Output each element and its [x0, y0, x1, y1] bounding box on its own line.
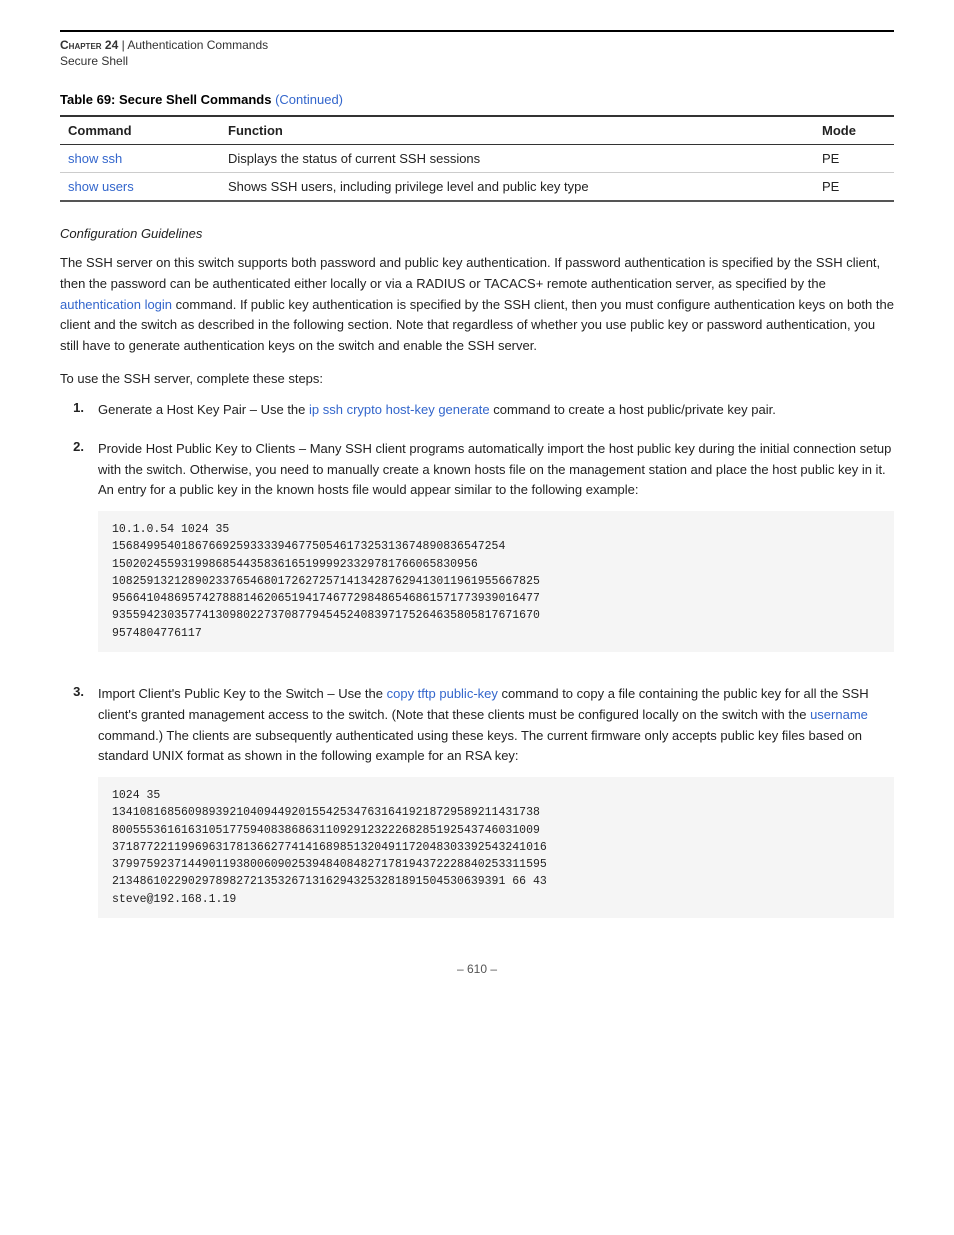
config-guidelines-section: Configuration Guidelines The SSH server … — [60, 226, 894, 932]
col-header-command: Command — [60, 116, 220, 145]
table-row: show users Shows SSH users, including pr… — [60, 173, 894, 202]
mode-cell: PE — [814, 145, 894, 173]
config-paragraph-1: The SSH server on this switch supports b… — [60, 253, 894, 357]
header-separator: | — [118, 38, 127, 52]
steps-list: 1. Generate a Host Key Pair – Use the ip… — [60, 400, 894, 932]
chapter-label: Chapter 24 — [60, 38, 118, 52]
command-cell: show ssh — [60, 145, 220, 173]
table-row: show ssh Displays the status of current … — [60, 145, 894, 173]
step-1: 1. Generate a Host Key Pair – Use the ip… — [60, 400, 894, 421]
show-users-link[interactable]: show users — [68, 179, 134, 194]
step-2-text: Provide Host Public Key to Clients – Man… — [98, 441, 891, 498]
step-2-content: Provide Host Public Key to Clients – Man… — [98, 439, 894, 666]
step-2: 2. Provide Host Public Key to Clients – … — [60, 439, 894, 666]
step-2-code: 10.1.0.54 1024 35 1568499540186766925933… — [98, 511, 894, 652]
table-header-row: Command Function Mode — [60, 116, 894, 145]
step-1-content: Generate a Host Key Pair – Use the ip ss… — [98, 400, 894, 421]
page: Chapter 24 | Authentication Commands Sec… — [0, 0, 954, 1016]
step-1-text-before: Generate a Host Key Pair – Use the — [98, 402, 309, 417]
show-ssh-link[interactable]: show ssh — [68, 151, 122, 166]
command-cell: show users — [60, 173, 220, 202]
steps-intro: To use the SSH server, complete these st… — [60, 371, 894, 386]
function-cell: Shows SSH users, including privilege lev… — [220, 173, 814, 202]
step-1-text-after: command to create a host public/private … — [490, 402, 776, 417]
step-3: 3. Import Client's Public Key to the Swi… — [60, 684, 894, 932]
copy-tftp-link[interactable]: copy tftp public-key — [387, 686, 498, 701]
header-left: Chapter 24 | Authentication Commands Sec… — [60, 38, 268, 68]
table-title: Table 69: Secure Shell Commands (Continu… — [60, 92, 894, 107]
page-number: – 610 – — [457, 962, 497, 976]
step-2-number: 2. — [60, 439, 84, 666]
auth-login-link[interactable]: authentication login — [60, 297, 172, 312]
config-guidelines-heading: Configuration Guidelines — [60, 226, 894, 241]
chapter-title: Authentication Commands — [127, 38, 268, 52]
step-1-number: 1. — [60, 400, 84, 421]
step-3-number: 3. — [60, 684, 84, 932]
step-3-text-before: Import Client's Public Key to the Switch… — [98, 686, 387, 701]
page-header: Chapter 24 | Authentication Commands Sec… — [60, 30, 894, 68]
commands-table: Command Function Mode show ssh Displays … — [60, 115, 894, 202]
table-continued: (Continued) — [275, 92, 343, 107]
col-header-mode: Mode — [814, 116, 894, 145]
username-link[interactable]: username — [810, 707, 868, 722]
col-header-function: Function — [220, 116, 814, 145]
page-footer: – 610 – — [60, 962, 894, 976]
show-users-function-text: Shows SSH users, including privilege lev… — [228, 179, 589, 194]
host-key-generate-link[interactable]: ip ssh crypto host-key generate — [309, 402, 490, 417]
function-cell: Displays the status of current SSH sessi… — [220, 145, 814, 173]
table-title-text: Table 69: Secure Shell Commands — [60, 92, 271, 107]
step-3-code: 1024 35 13410816856098939210409449201554… — [98, 777, 894, 918]
step-3-content: Import Client's Public Key to the Switch… — [98, 684, 894, 932]
header-subtitle: Secure Shell — [60, 54, 268, 68]
mode-cell: PE — [814, 173, 894, 202]
